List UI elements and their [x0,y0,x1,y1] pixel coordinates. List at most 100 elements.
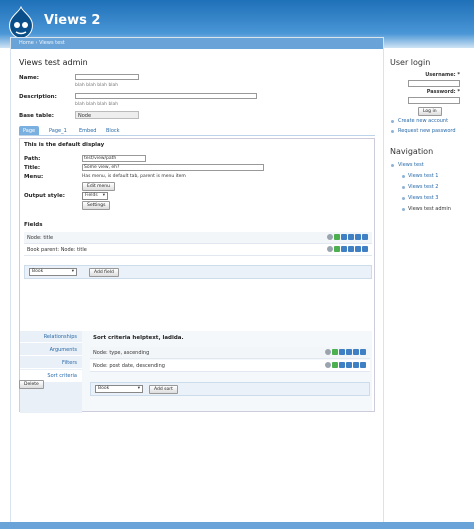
delete-icon[interactable] [346,362,352,368]
arrow-up-icon[interactable] [334,234,340,240]
field-row-actions [327,234,368,240]
edit-icon[interactable] [353,349,359,355]
breadcrumb-views-test[interactable]: Views test [39,40,65,46]
vtab-relationships[interactable]: Relationships [20,331,82,343]
tab-block[interactable]: Block [102,126,124,135]
edit-icon[interactable] [355,234,361,240]
delete-button[interactable]: Delete [19,380,44,389]
delete-icon[interactable] [348,234,354,240]
sort-row[interactable]: Node: type, ascending [90,347,370,359]
field-row-actions [327,246,368,252]
menu-label: Menu: [24,174,44,180]
breadcrumb-home[interactable]: Home [19,40,34,46]
footer [0,522,474,529]
base-table-label: Base table: [19,113,54,119]
request-password-link[interactable]: Request new password [398,128,456,134]
delete-icon[interactable] [348,246,354,252]
edit-icon[interactable] [355,246,361,252]
settings-icon[interactable] [362,246,368,252]
path-label: Path: [24,156,41,162]
settings-icon[interactable] [360,362,366,368]
tab-embed[interactable]: Embed [75,126,100,135]
display-heading: This is the default display [24,142,105,148]
password-input[interactable] [408,97,460,104]
login-button[interactable]: Log in [418,107,442,116]
tab-page-1[interactable]: Page_1 [45,126,71,135]
bullet-icon [402,175,405,178]
password-label: Password: * [426,89,460,95]
sort-row-label: Node: type, ascending [93,350,150,356]
bullet-icon [391,130,394,133]
sort-type-select[interactable]: Book [95,385,143,393]
site-name[interactable]: Views 2 [44,13,100,28]
sort-criteria-panel: Sort criteria helptext, ladida. Node: ty… [82,331,372,411]
drag-handle-icon[interactable] [327,234,333,240]
fields-heading: Fields [24,222,43,228]
bullet-icon [402,186,405,189]
bullet-icon [402,197,405,200]
description-input[interactable] [75,93,257,99]
arrow-down-icon[interactable] [339,362,345,368]
page-title: Views test admin [19,58,88,67]
vertical-tabs: Relationships Arguments Filters Sort cri… [20,331,82,413]
nav-item-views-test-2[interactable]: Views test 2 [408,184,438,190]
arrow-up-icon[interactable] [334,246,340,252]
base-table-value: Node [75,111,139,119]
create-account-link[interactable]: Create new account [398,118,448,124]
title-input[interactable]: Some view, eh? [82,164,264,171]
tab-divider [19,135,375,136]
arrow-up-icon[interactable] [332,349,338,355]
edit-menu-button[interactable]: Edit menu [82,182,116,191]
drupal-logo-icon[interactable] [6,6,36,40]
drag-handle-icon[interactable] [325,349,331,355]
output-style-label: Output style: [24,193,65,199]
navigation-title: Navigation [390,147,434,156]
field-type-select[interactable]: Book [29,268,77,276]
bullet-icon [402,208,405,211]
settings-icon[interactable] [360,349,366,355]
title-label: Title: [24,165,41,171]
description-label: Description: [19,94,57,100]
user-login-title: User login [390,58,431,67]
arrow-up-icon[interactable] [332,362,338,368]
edit-icon[interactable] [353,362,359,368]
vtab-arguments[interactable]: Arguments [20,344,82,356]
menu-value: Has menu, is default tab, parent is menu… [82,174,186,179]
field-row[interactable]: Book parent: Node: title [24,244,372,256]
nav-item-views-test-1[interactable]: Views test 1 [408,173,438,179]
nav-item-views-test[interactable]: Views test [398,162,424,168]
arrow-down-icon[interactable] [341,246,347,252]
add-field-button[interactable]: Add field [89,268,119,277]
name-input[interactable] [75,74,139,80]
drag-handle-icon[interactable] [325,362,331,368]
settings-icon[interactable] [362,234,368,240]
arrow-down-icon[interactable] [341,234,347,240]
sort-row-label: Node: post date, descending [93,363,165,369]
add-sort-button[interactable]: Add sort [149,385,178,394]
breadcrumb: Home › Views test [11,38,383,49]
tab-page[interactable]: Page [19,126,40,135]
path-input[interactable]: test/view/path [82,155,146,162]
sort-row-actions [325,349,366,355]
vtab-filters[interactable]: Filters [20,357,82,369]
nav-item-views-test-3[interactable]: Views test 3 [408,195,438,201]
field-row-label: Node: title [27,235,54,241]
settings-button[interactable]: Settings [82,201,111,210]
display-settings-panel: This is the default display Path: test/v… [19,138,375,413]
nav-item-views-test-admin[interactable]: Views test admin [408,206,451,212]
output-style-select[interactable]: Fields [82,192,108,200]
sort-help-text: Sort criteria helptext, ladida. [93,335,184,341]
username-input[interactable] [408,80,460,87]
description-description: blah blah blah blah [75,102,119,107]
main-content: Home › Views test Views test admin Name:… [10,37,384,527]
field-row[interactable]: Node: title [24,232,372,244]
drag-handle-icon[interactable] [327,246,333,252]
name-description: blah blah blah blah [75,83,119,88]
sort-row[interactable]: Node: post date, descending [90,360,370,372]
expanded-bullet-icon [391,164,394,167]
delete-icon[interactable] [346,349,352,355]
arrow-down-icon[interactable] [339,349,345,355]
bullet-icon [391,120,394,123]
field-row-label: Book parent: Node: title [27,247,87,253]
name-label: Name: [19,75,39,81]
